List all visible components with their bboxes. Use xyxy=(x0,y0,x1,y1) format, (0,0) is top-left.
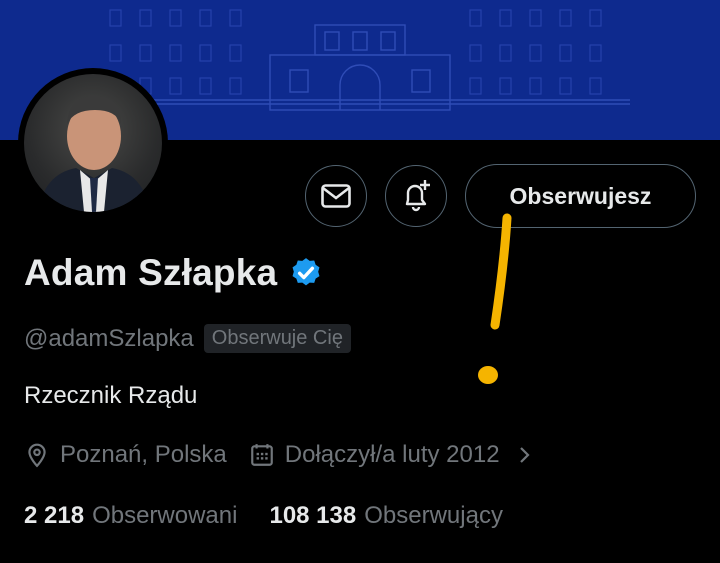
calendar-icon xyxy=(250,444,273,466)
name-row: Adam Szłapka xyxy=(24,252,323,294)
location-pin-icon xyxy=(28,443,46,468)
following-stat[interactable]: 2 218 Obserwowani xyxy=(24,502,237,530)
bell-plus-icon xyxy=(405,180,430,212)
location-text: Poznań, Polska xyxy=(60,441,227,468)
avatar-photo xyxy=(24,74,162,212)
message-button[interactable] xyxy=(305,165,367,227)
follow-stats: 2 218 Obserwowani 108 138 Obserwujący xyxy=(24,502,535,530)
following-label: Obserwowani xyxy=(92,502,238,529)
joined-text: Dołączył/a luty 2012 xyxy=(284,441,500,468)
joined-item[interactable]: Dołączył/a luty 2012 xyxy=(249,441,534,469)
location-item: Poznań, Polska xyxy=(24,441,227,469)
followers-stat[interactable]: 108 138 Obserwujący xyxy=(269,502,502,530)
handle-row: @adamSzlapka Obserwuje Cię xyxy=(24,324,351,353)
notifications-button[interactable] xyxy=(385,165,447,227)
verified-badge-icon[interactable] xyxy=(289,256,323,290)
avatar[interactable] xyxy=(18,68,168,218)
exclamation-annotation xyxy=(478,213,512,384)
follows-you-badge: Obserwuje Cię xyxy=(203,324,351,353)
followers-count: 108 138 xyxy=(269,502,357,529)
profile-bio: Rzecznik Rządu xyxy=(24,382,198,409)
followers-label: Obserwujący xyxy=(364,502,503,529)
following-count: 2 218 xyxy=(24,502,85,529)
chevron-right-icon xyxy=(519,447,530,463)
display-name: Adam Szłapka xyxy=(24,252,278,293)
profile-meta: Poznań, Polska Dołączył/a luty 2012 xyxy=(24,441,556,469)
username-handle: @adamSzlapka xyxy=(24,324,194,352)
envelope-icon xyxy=(321,184,351,208)
